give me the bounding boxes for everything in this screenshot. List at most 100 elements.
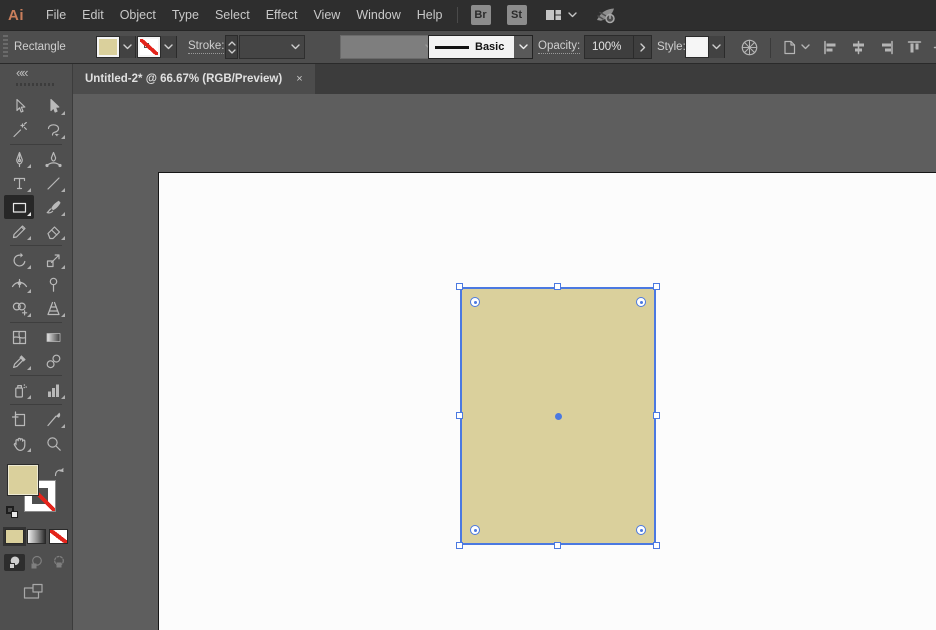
brush-definition-combo[interactable]: Basic [428, 35, 533, 59]
selection-handle-nw[interactable] [456, 283, 463, 290]
chevron-up-icon[interactable] [227, 40, 236, 46]
blend-tool[interactable] [38, 349, 68, 373]
corner-radius-widget-sw[interactable] [470, 525, 480, 535]
opacity-slider-button[interactable] [633, 36, 651, 58]
artboard-tool[interactable] [4, 407, 34, 431]
fill-color-dropdown-button[interactable] [119, 36, 135, 58]
bridge-button[interactable]: Br [470, 5, 491, 25]
chevron-down-icon[interactable] [801, 44, 810, 50]
none-button[interactable] [48, 529, 68, 544]
shaper-tool[interactable] [4, 219, 34, 243]
stroke-color-swatch[interactable] [138, 37, 160, 57]
gradient-button[interactable] [26, 529, 46, 544]
draw-behind-button[interactable] [26, 554, 47, 571]
corner-radius-widget-se[interactable] [636, 525, 646, 535]
paintbrush-tool[interactable] [38, 195, 68, 219]
selection-handle-w[interactable] [456, 412, 463, 419]
document-tab[interactable]: Untitled-2* @ 66.67% (RGB/Preview) × [73, 64, 315, 94]
puppet-warp-tool[interactable] [38, 272, 68, 296]
swap-fill-stroke-icon[interactable] [53, 465, 66, 478]
magic-wand-tool[interactable] [4, 118, 34, 142]
selection-handle-ne[interactable] [653, 283, 660, 290]
tools-panel-grip[interactable] [16, 83, 56, 86]
menu-object[interactable]: Object [112, 0, 164, 30]
align-top-icon[interactable] [906, 39, 923, 56]
corner-radius-widget-nw[interactable] [470, 297, 480, 307]
slice-tool[interactable] [38, 407, 68, 431]
controlbar-grip[interactable] [2, 35, 10, 59]
graphic-style-swatch[interactable] [686, 37, 708, 57]
align-center-horizontal-icon[interactable] [850, 39, 867, 56]
color-button[interactable] [2, 527, 26, 546]
selection-handle-e[interactable] [653, 412, 660, 419]
stroke-color-control[interactable] [137, 36, 177, 58]
close-tab-icon[interactable]: × [296, 73, 302, 85]
shape-builder-tool[interactable] [4, 296, 34, 320]
selection-handle-s[interactable] [554, 542, 561, 549]
collapse-panel-button[interactable]: «« [16, 65, 29, 80]
stroke-color-dropdown-button[interactable] [160, 36, 176, 58]
menu-file[interactable]: File [38, 0, 74, 30]
eraser-tool[interactable] [38, 219, 68, 243]
opacity-label[interactable]: Opacity: [538, 40, 581, 54]
menu-effect[interactable]: Effect [258, 0, 306, 30]
object-center-point[interactable] [554, 412, 562, 420]
selection-tool[interactable] [4, 94, 34, 118]
direct-selection-tool[interactable] [38, 94, 68, 118]
stroke-weight-label[interactable]: Stroke: [188, 40, 225, 54]
width-tool[interactable] [4, 272, 34, 296]
rectangle-tool[interactable] [4, 195, 34, 219]
selected-rectangle[interactable] [456, 283, 660, 549]
selection-handle-sw[interactable] [456, 542, 463, 549]
perspective-grid-tool[interactable] [38, 296, 68, 320]
selection-handle-n[interactable] [554, 283, 561, 290]
menu-help[interactable]: Help [409, 0, 451, 30]
menu-edit[interactable]: Edit [74, 0, 112, 30]
stroke-weight-combo[interactable] [239, 35, 305, 59]
gradient-tool[interactable] [38, 325, 68, 349]
column-graph-tool[interactable] [38, 378, 68, 402]
fill-color-control[interactable] [96, 36, 136, 58]
default-fill-stroke-icon[interactable] [6, 506, 18, 518]
lasso-tool[interactable] [38, 118, 68, 142]
curvature-tool[interactable] [38, 147, 68, 171]
align-center-vertical-icon[interactable] [932, 39, 936, 56]
zoom-tool[interactable] [38, 431, 68, 455]
menu-window[interactable]: Window [348, 0, 408, 30]
draw-normal-button[interactable] [3, 554, 25, 571]
align-left-icon[interactable] [822, 39, 839, 56]
mesh-tool[interactable] [4, 325, 34, 349]
menu-view[interactable]: View [305, 0, 348, 30]
opacity-control[interactable]: 100% [584, 35, 652, 59]
corner-radius-widget-ne[interactable] [636, 297, 646, 307]
chevron-down-icon[interactable] [287, 44, 304, 50]
eyedropper-tool[interactable] [4, 349, 34, 373]
gpu-performance-icon[interactable] [595, 6, 617, 24]
chevron-down-icon[interactable] [227, 48, 236, 54]
draw-inside-button[interactable] [48, 554, 69, 571]
line-segment-tool[interactable] [38, 171, 68, 195]
rotate-tool[interactable] [4, 248, 34, 272]
opacity-input[interactable]: 100% [585, 41, 633, 53]
stroke-weight-stepper[interactable] [225, 35, 238, 59]
canvas-pasteboard[interactable] [73, 94, 936, 630]
menu-type[interactable]: Type [164, 0, 207, 30]
align-right-icon[interactable] [878, 39, 895, 56]
fill-color-swatch[interactable] [97, 37, 119, 57]
hand-tool[interactable] [4, 431, 34, 455]
symbol-sprayer-tool[interactable] [4, 378, 34, 402]
scale-tool[interactable] [38, 248, 68, 272]
type-tool[interactable] [4, 171, 34, 195]
workspace-switcher[interactable] [545, 8, 577, 22]
stock-button[interactable]: St [506, 5, 527, 25]
selection-handle-se[interactable] [653, 542, 660, 549]
graphic-style-control[interactable] [685, 36, 725, 58]
change-screen-mode-button[interactable] [0, 583, 72, 600]
brush-definition-dropdown-button[interactable] [514, 36, 532, 58]
pen-tool[interactable] [4, 147, 34, 171]
graphic-style-dropdown-button[interactable] [708, 36, 724, 58]
document-setup-icon[interactable] [781, 39, 798, 56]
fill-proxy-swatch[interactable] [7, 464, 39, 496]
recolor-artwork-icon[interactable] [740, 38, 759, 57]
menu-select[interactable]: Select [207, 0, 258, 30]
